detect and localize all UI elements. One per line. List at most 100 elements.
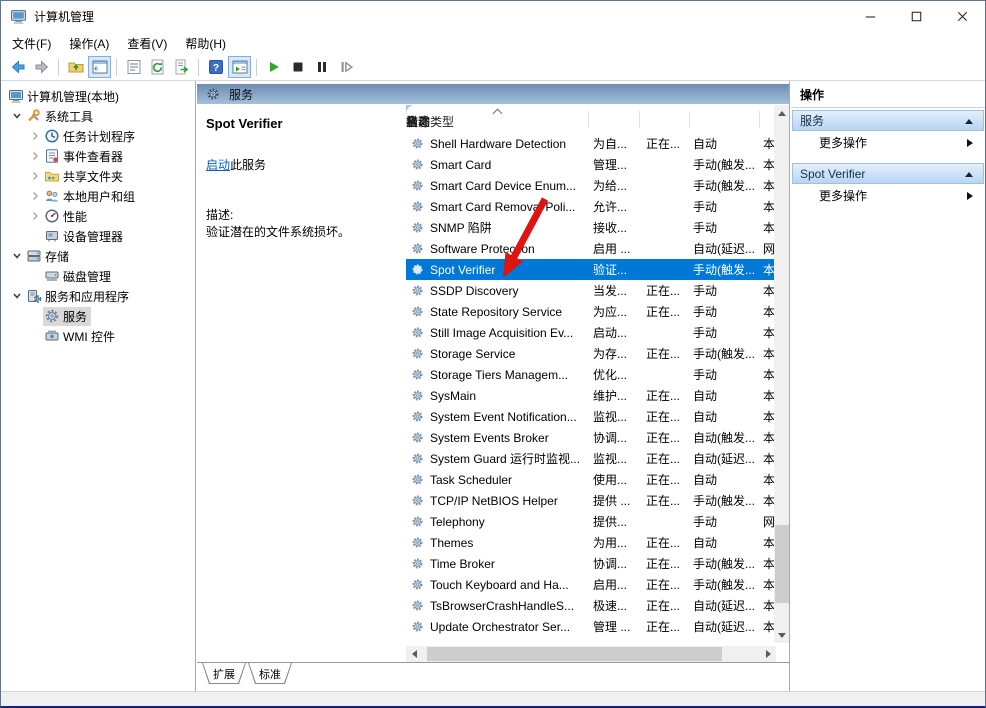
menu-view[interactable]: 查看(V) [118,32,176,55]
menu-help[interactable]: 帮助(H) [176,32,235,55]
horizontal-scroll-thumb[interactable] [427,647,722,661]
tree-item-storage[interactable]: 存储 [1,246,195,266]
service-row[interactable]: Shell Hardware Detection 为自... 正在... 自动 … [406,133,774,154]
maximize-button[interactable] [893,1,939,32]
forward-button[interactable] [30,56,53,78]
tree-expand-chevron[interactable] [27,148,43,164]
service-row[interactable]: TCP/IP NetBIOS Helper 提供 ... 正在... 手动(触发… [406,490,774,511]
tree-expand-chevron[interactable] [27,328,43,344]
tree-item-event-viewer[interactable]: 事件查看器 [1,146,195,166]
service-gear-icon [411,599,424,612]
tree-expand-chevron[interactable] [27,308,43,324]
tree-expand-chevron[interactable] [27,168,43,184]
menu-file[interactable]: 文件(F) [3,32,60,55]
start-service-link[interactable]: 启动 [206,158,230,172]
scroll-down-button[interactable] [774,627,790,643]
toolbar-icon [125,58,143,76]
properties-button[interactable] [122,56,145,78]
show-console-tree-button[interactable] [88,56,111,78]
scroll-left-button[interactable] [406,646,422,662]
tree-item-system-tools[interactable]: 系统工具 [1,106,195,126]
tree-expand-chevron[interactable] [27,188,43,204]
service-row[interactable]: Touch Keyboard and Ha... 启用... 正在... 手动(… [406,574,774,595]
action-section-spot-verifier[interactable]: Spot Verifier [792,163,984,184]
window-control-icon [954,8,971,25]
column-header-logon-as[interactable]: 登 [406,113,418,130]
service-row[interactable]: SSDP Discovery 当发... 正在... 手动 本 [406,280,774,301]
service-name: System Guard 运行时监视... [430,450,580,467]
service-row[interactable]: SNMP 陷阱 接收... 手动 本 [406,217,774,238]
refresh-button[interactable] [146,56,169,78]
service-row[interactable]: Spot Verifier 验证... 手动(触发... 本 [406,259,774,280]
minimize-button[interactable] [847,1,893,32]
service-row[interactable]: TsBrowserCrashHandleS... 极速... 正在... 自动(… [406,595,774,616]
more-actions-services[interactable]: 更多操作 [792,131,984,155]
scroll-right-button[interactable] [760,646,776,662]
tree-expand-chevron[interactable] [27,228,43,244]
tree-expand-chevron[interactable] [9,288,25,304]
tree-expand-chevron[interactable] [9,108,25,124]
service-row[interactable]: State Repository Service 为应... 正在... 手动 … [406,301,774,322]
tree-item-task-scheduler[interactable]: 任务计划程序 [1,126,195,146]
tree-item-local-users-groups[interactable]: 本地用户和组 [1,186,195,206]
tree-item-services-applications[interactable]: 服务和应用程序 [1,286,195,306]
restart-service-button[interactable] [334,56,357,78]
vertical-scrollbar[interactable] [774,105,790,643]
service-row[interactable]: Telephony 提供... 手动 网 [406,511,774,532]
scroll-up-button[interactable] [774,105,790,121]
service-row[interactable]: Smart Card Device Enum... 为给... 手动(触发...… [406,175,774,196]
service-logon-as: 本 [759,450,774,467]
service-row[interactable]: Task Scheduler 使用... 正在... 自动 本 [406,469,774,490]
service-row[interactable]: Update Orchestrator Ser... 管理 ... 正在... … [406,616,774,637]
service-name: Themes [430,536,473,550]
actions-rows: 服务 更多操作 Spot Verifier 更多操作 [791,108,985,208]
column-separator[interactable] [639,111,640,128]
tree-expand-chevron[interactable] [27,268,43,284]
toolbar-icon [231,58,249,76]
tree-item-device-manager[interactable]: 设备管理器 [1,226,195,246]
close-button[interactable] [939,1,985,32]
service-row[interactable]: SysMain 维护... 正在... 自动 本 [406,385,774,406]
service-row[interactable]: Smart Card 管理... 手动(触发... 本 [406,154,774,175]
tree-expand-chevron[interactable] [27,208,43,224]
vertical-scroll-thumb[interactable] [775,525,789,603]
service-row[interactable]: Time Broker 协调... 正在... 手动(触发... 本 [406,553,774,574]
back-button[interactable] [6,56,29,78]
show-action-pane-button[interactable] [228,56,251,78]
service-row[interactable]: Software Protection 启用 ... 自动(延迟... 网 [406,238,774,259]
help-button[interactable] [204,56,227,78]
menu-action[interactable]: 操作(A) [60,32,118,55]
action-section-services[interactable]: 服务 [792,110,984,131]
column-separator[interactable] [588,111,589,128]
start-service-button[interactable] [262,56,285,78]
pause-service-button[interactable] [310,56,333,78]
tree-expand-chevron[interactable] [27,128,43,144]
tab-extended[interactable]: 扩展 [202,663,246,684]
service-row[interactable]: System Events Broker 协调... 正在... 自动(触发..… [406,427,774,448]
tree-item-disk-management[interactable]: 磁盘管理 [1,266,195,286]
service-row[interactable]: Storage Tiers Managem... 优化... 手动 本 [406,364,774,385]
service-row[interactable]: Smart Card Removal Poli... 允许... 手动 本 [406,196,774,217]
service-status: 正在... [639,471,689,488]
tree-item-computer-management[interactable]: 计算机管理(本地) [1,86,195,106]
service-row[interactable]: System Event Notification... 监视... 正在...… [406,406,774,427]
column-separator[interactable] [759,111,760,128]
export-list-button[interactable] [170,56,193,78]
tree-item-performance[interactable]: 性能 [1,206,195,226]
service-row[interactable]: System Guard 运行时监视... 监视... 正在... 自动(延迟.… [406,448,774,469]
horizontal-scrollbar[interactable] [406,646,776,662]
services-pane-title: 服务 [229,86,253,103]
tree-expand-chevron[interactable] [9,248,25,264]
tree-item-shared-folders[interactable]: 共享文件夹 [1,166,195,186]
column-separator[interactable] [689,111,690,128]
service-row[interactable]: Themes 为用... 正在... 自动 本 [406,532,774,553]
stop-service-button[interactable] [286,56,309,78]
more-actions-spot-verifier[interactable]: 更多操作 [792,184,984,208]
service-row[interactable]: Still Image Acquisition Ev... 启动... 手动 本 [406,322,774,343]
tree-item-wmi-control[interactable]: WMI 控件 [1,326,195,346]
toolbar-icon [33,58,51,76]
up-one-level-button[interactable] [64,56,87,78]
service-row[interactable]: Storage Service 为存... 正在... 手动(触发... 本 [406,343,774,364]
tree-item-services[interactable]: 服务 [1,306,195,326]
tab-standard[interactable]: 标准 [248,663,292,684]
